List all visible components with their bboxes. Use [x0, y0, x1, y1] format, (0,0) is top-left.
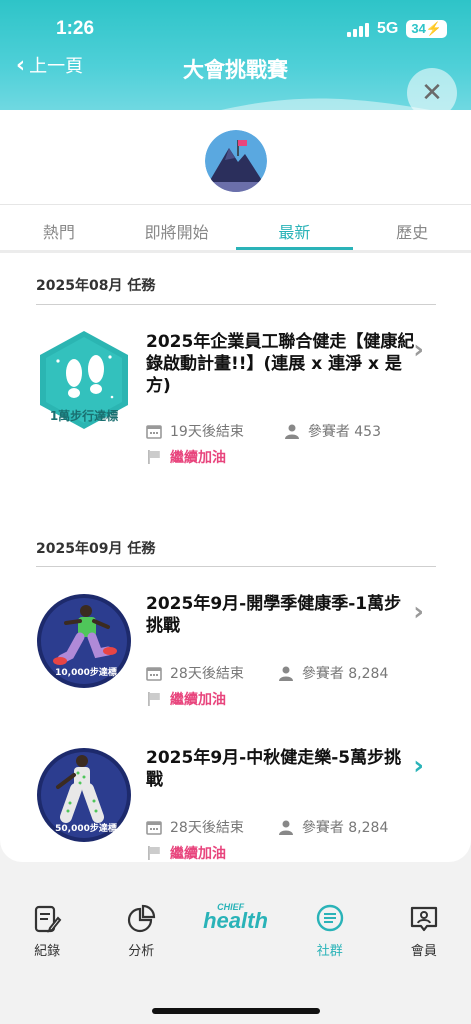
challenge-title: 2025年9月-開學季健康季-1萬步挑戰 [146, 594, 402, 636]
participant-count: 參賽者 453 [307, 424, 381, 440]
bottom-nav: 紀錄 分析 CHIEF health 社群 會員 [0, 892, 471, 972]
battery-level: 34 [411, 21, 426, 36]
days-remaining: 28天後結束 [170, 666, 244, 682]
network-type: 5G [377, 20, 399, 37]
content-sheet: 熱門 即將開始 最新 歷史 2025年08月 任務 1萬步行達標 2025年企業… [0, 110, 471, 862]
badge-label: 10,000步達標 [55, 668, 117, 678]
participant-count: 參賽者 8,284 [301, 666, 389, 682]
flag-icon [148, 450, 160, 464]
close-icon: ✕ [421, 78, 443, 108]
battery-icon: 34⚡ [406, 20, 447, 38]
calendar-icon [146, 425, 162, 439]
challenge-card[interactable]: 10,000步達標 2025年9月-開學季健康季-1萬步挑戰 › 28天後結束 [36, 593, 436, 723]
section-title: 2025年08月 任務 [36, 278, 156, 294]
nav-label: 社群 [316, 944, 343, 959]
page-title: 大會挑戰賽 [183, 58, 288, 82]
chevron-right-icon: › [413, 751, 424, 781]
chief-health-logo: CHIEF health [203, 902, 268, 933]
tab-upcoming[interactable]: 即將開始 [118, 205, 236, 250]
member-icon [410, 906, 438, 932]
challenge-meta: 28天後結束 參賽者 8,284 [146, 663, 388, 683]
tab-history[interactable]: 歷史 [353, 205, 471, 250]
challenge-status-row: 繼續加油 [146, 447, 226, 467]
tab-latest[interactable]: 最新 [235, 205, 354, 251]
mountain-flag-icon [205, 130, 267, 192]
divider [36, 304, 436, 305]
challenge-meta: 28天後結束 參賽者 8,284 [146, 817, 388, 837]
tab-popular[interactable]: 熱門 [0, 205, 118, 250]
badge-label: 1萬步行達標 [49, 409, 119, 423]
challenge-avatar [205, 130, 267, 192]
flag-icon [148, 692, 160, 706]
person-icon [278, 820, 293, 835]
participant-count: 參賽者 8,284 [301, 820, 389, 836]
tab-bar: 熱門 即將開始 最新 歷史 [0, 204, 471, 251]
status-bar: 1:26 5G 34⚡ [0, 18, 471, 46]
analysis-icon [128, 904, 156, 933]
divider [36, 566, 436, 567]
nav-analysis[interactable]: 分析 [94, 892, 188, 972]
nav-record[interactable]: 紀錄 [0, 892, 94, 972]
flag-icon [148, 846, 160, 860]
challenge-title: 2025年9月-中秋健走樂-5萬步挑戰 [146, 748, 402, 790]
section-title: 2025年09月 任務 [36, 541, 156, 557]
home-indicator [152, 1008, 320, 1014]
status-indicators: 5G 34⚡ [347, 20, 447, 38]
challenge-status-row: 繼續加油 [146, 843, 226, 860]
days-remaining: 28天後結束 [170, 820, 244, 836]
status-time: 1:26 [56, 18, 95, 39]
community-icon [316, 904, 343, 932]
walking-man-badge-icon: 50,000步達標 [36, 747, 132, 843]
challenge-card[interactable]: 50,000步達標 2025年9月-中秋健走樂-5萬步挑戰 › 28天後結束 參… [36, 747, 436, 860]
challenge-status: 繼續加油 [170, 692, 226, 708]
challenge-title: 2025年企業員工聯合健走【健康紀錄啟動計畫!!】(連展 x 連淨 x 是方) [146, 332, 415, 396]
nav-home-logo[interactable]: CHIEF health [188, 892, 282, 972]
nav-label: 會員 [410, 944, 437, 959]
signal-icon [347, 21, 369, 37]
person-icon [278, 666, 293, 681]
nav-label: 紀錄 [34, 944, 61, 959]
days-remaining: 19天後結束 [170, 424, 244, 440]
challenge-status: 繼續加油 [170, 450, 226, 466]
challenge-list[interactable]: 2025年08月 任務 1萬步行達標 2025年企業員工聯合健走【健康紀錄啟動計… [0, 253, 471, 860]
calendar-icon [146, 667, 162, 681]
chevron-right-icon: › [413, 335, 424, 365]
chevron-right-icon: › [413, 597, 424, 627]
nav-member[interactable]: 會員 [377, 892, 471, 972]
badge-label: 50,000步達標 [55, 824, 117, 834]
nav-community[interactable]: 社群 [283, 892, 377, 972]
challenge-status-row: 繼續加油 [146, 689, 226, 709]
calendar-icon [146, 821, 162, 835]
challenge-status: 繼續加油 [170, 846, 226, 860]
challenge-meta: 19天後結束 參賽者 453 [146, 421, 381, 441]
nav-label: 分析 [128, 944, 155, 959]
record-icon [34, 905, 62, 933]
running-badge-icon: 10,000步達標 [36, 593, 132, 689]
challenge-card[interactable]: 1萬步行達標 2025年企業員工聯合健走【健康紀錄啟動計畫!!】(連展 x 連淨… [36, 331, 436, 471]
person-icon [284, 424, 299, 439]
walking-badge-icon: 1萬步行達標 [36, 331, 132, 429]
